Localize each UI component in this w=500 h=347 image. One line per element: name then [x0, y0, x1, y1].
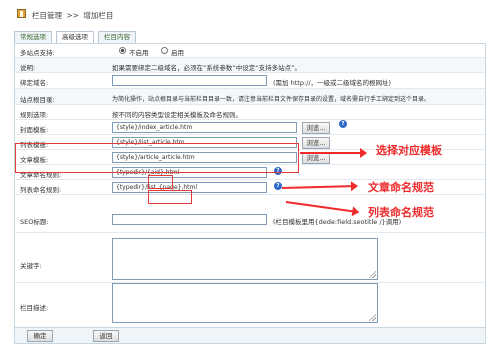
- action-bar: 确定 返回: [14, 327, 486, 344]
- rules-label: 规则选项:: [20, 111, 49, 119]
- site-root-label: 站点根目录:: [20, 96, 55, 104]
- list-naming-label: 列表命名规则:: [20, 186, 62, 194]
- tab-content[interactable]: 栏目内容: [98, 31, 136, 43]
- cover-template-row: 封面模板: {style}/index_article.htm 浏览... ?: [15, 120, 485, 135]
- multisite-enable-radio[interactable]: [161, 47, 168, 54]
- multisite-enable-label: 启用: [171, 49, 184, 57]
- rules-row: 规则选项: 按不同的内容类型设定相关模板及命名规则。: [15, 105, 485, 120]
- aid-highlight-box: [148, 175, 173, 189]
- seo-title-input[interactable]: [112, 214, 267, 225]
- list-naming-help-icon[interactable]: ?: [274, 182, 282, 190]
- folder-icon: [17, 9, 26, 18]
- tab-advanced[interactable]: 高级选项: [56, 31, 94, 43]
- keywords-resize-handle[interactable]: [368, 270, 376, 278]
- help-icon[interactable]: ?: [339, 120, 347, 128]
- cover-template-browse-button[interactable]: 浏览...: [302, 122, 330, 134]
- annotation-article-naming: 文章命名规范: [368, 181, 434, 194]
- keywords-row: 关键字:: [15, 233, 485, 283]
- list-template-browse-button[interactable]: 浏览...: [302, 137, 330, 149]
- breadcrumb: 栏目管理 >> 增加栏目: [32, 10, 113, 21]
- rules-text: 按不同的内容类型设定相关模板及命名规则。: [112, 111, 242, 119]
- list-page-highlight-box: [148, 190, 192, 204]
- bind-domain-input[interactable]: [112, 75, 267, 86]
- breadcrumb-part2: 增加栏目: [83, 11, 114, 20]
- annotation-select-template: 选择对应模板: [376, 144, 442, 157]
- annotation-list-naming: 列表命名规范: [368, 206, 434, 219]
- multisite-disable-label: 不启用: [129, 49, 149, 57]
- site-root-text: 为简化操作，站点根目录与当前栏目目录一致，请注意当前栏目文件保存目录的设置，域名…: [112, 96, 431, 103]
- seo-title-label: SEO标题:: [20, 218, 49, 226]
- tab-general[interactable]: 常规选项: [14, 31, 52, 43]
- cover-template-input[interactable]: {style}/index_article.htm: [112, 122, 297, 133]
- explain-label: 说明:: [20, 64, 36, 72]
- site-root-row: 站点根目录: 为简化操作，站点根目录与当前栏目目录一致，请注意当前栏目文件保存目…: [15, 89, 485, 105]
- annotation-arrow-templates: [300, 148, 367, 158]
- bind-domain-row: 绑定域名: (需加 http://，一级或二级域名的根网址): [15, 73, 485, 89]
- keywords-textarea[interactable]: [112, 238, 378, 280]
- back-button[interactable]: 返回: [93, 330, 119, 342]
- explain-text: 如果需要绑定二级域名，必须在“系统参数”中设定“支持多站点”。: [112, 64, 301, 72]
- description-row: 栏目描述:: [15, 283, 485, 328]
- top-bar: 栏目管理 >> 增加栏目: [0, 0, 500, 30]
- description-resize-handle[interactable]: [368, 313, 376, 321]
- list-naming-prefix: {typedir}/: [116, 184, 148, 191]
- confirm-button[interactable]: 确定: [27, 330, 53, 342]
- template-highlight-box: [15, 143, 299, 173]
- cover-template-label: 封面模板:: [20, 126, 49, 134]
- breadcrumb-part1[interactable]: 栏目管理: [32, 11, 62, 20]
- multisite-row: 多站点支持: 不启用 启用: [15, 44, 485, 58]
- explain-row: 说明: 如果需要绑定二级域名，必须在“系统参数”中设定“支持多站点”。: [15, 58, 485, 73]
- keywords-label: 关键字:: [20, 262, 42, 270]
- description-textarea[interactable]: [112, 283, 378, 323]
- bind-domain-label: 绑定域名:: [20, 79, 49, 87]
- multisite-disable-radio[interactable]: [119, 47, 126, 54]
- description-label: 栏目描述:: [20, 304, 49, 312]
- multisite-label: 多站点支持:: [20, 49, 55, 57]
- breadcrumb-separator: >>: [66, 11, 79, 20]
- bind-domain-hint: (需加 http://，一级或二级域名的根网址): [273, 79, 392, 87]
